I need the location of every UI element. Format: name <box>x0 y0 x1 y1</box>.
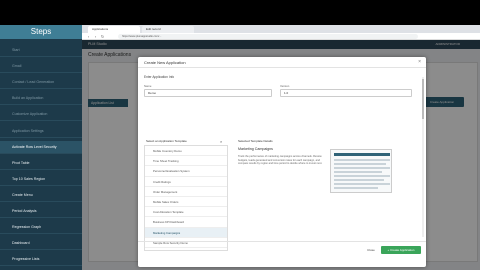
tab-edit-record[interactable]: Edit record <box>142 26 194 33</box>
divider <box>138 241 426 242</box>
url-field[interactable]: https://www.plumappstudio.com/... <box>118 34 418 39</box>
modal-title: Create New Application <box>144 60 186 65</box>
template-details: Marketing Campaigns Track the performanc… <box>238 145 418 251</box>
address-bar: ‹ › ↻ https://www.plumappstudio.com/... <box>82 33 480 40</box>
create-application-submit-button[interactable]: + Create Application <box>381 246 421 254</box>
step-item[interactable]: Gmail <box>0 60 82 74</box>
preview-row <box>334 167 390 169</box>
name-label: Name <box>144 84 152 88</box>
step-item[interactable]: Application Settings <box>0 125 82 138</box>
template-item[interactable]: Business KPI Dashboard <box>145 217 227 228</box>
steps-panel: Steps Start Gmail Contact / Lead Generatio… <box>0 25 82 270</box>
step-item[interactable]: Progressive Lists <box>0 253 82 267</box>
version-input[interactable]: 1.0 <box>280 89 412 97</box>
preview-row <box>334 171 382 173</box>
template-item[interactable]: Credit Ratings <box>145 177 227 187</box>
template-item[interactable]: Mobile Inventory Demo <box>145 146 227 157</box>
section-label: Enter Application Info <box>144 75 175 79</box>
forward-icon[interactable]: › <box>93 34 98 39</box>
step-item[interactable]: Pivot Table <box>0 157 82 170</box>
tab-bar: Applications Edit record <box>82 25 480 33</box>
preview-row <box>334 187 378 189</box>
template-item[interactable]: Marketing Campaigns <box>145 227 227 238</box>
step-item[interactable]: Regression Graph <box>0 221 82 235</box>
preview-row <box>334 159 390 161</box>
create-application-modal: Create New Application × Enter Applicati… <box>138 57 426 267</box>
template-detail-title: Marketing Campaigns <box>238 147 273 151</box>
template-item[interactable]: Personnel Evaluation System <box>145 166 227 177</box>
divider <box>138 67 426 68</box>
preview-label: Selected Template Details <box>238 139 273 143</box>
steps-title: Steps <box>0 25 82 39</box>
preview-row <box>334 179 384 181</box>
step-item[interactable]: Activate Row Level Security <box>0 140 82 154</box>
close-icon[interactable]: × <box>418 59 421 65</box>
step-item[interactable]: Start <box>0 44 82 57</box>
name-input[interactable]: Demo <box>144 89 272 97</box>
preview-row <box>334 175 390 177</box>
template-item[interactable]: Order Management <box>145 187 227 197</box>
video-frame: Steps Start Gmail Contact / Lead Generatio… <box>0 0 480 270</box>
template-detail-description: Track the performance of marketing campa… <box>238 155 323 166</box>
reload-icon[interactable]: ↻ <box>100 34 105 39</box>
tab-applications[interactable]: Applications <box>88 26 140 33</box>
close-button[interactable]: Close <box>364 246 378 254</box>
templates-label: Select an Application Template <box>146 139 187 143</box>
template-preview-image <box>330 149 392 193</box>
version-label: Version <box>280 84 290 88</box>
template-item[interactable]: Sample Row Security Demo <box>145 238 227 248</box>
browser-window: Applications Edit record ‹ › ↻ https://w… <box>82 25 480 270</box>
step-item[interactable]: Build an Application <box>0 92 82 106</box>
template-list: Mobile Inventory Demo Time Sheet Tracking… <box>144 145 228 251</box>
template-item[interactable]: Time Sheet Tracking <box>145 156 227 167</box>
step-item[interactable]: Dashboard <box>0 237 82 251</box>
search-icon[interactable]: ⌕ <box>220 139 225 144</box>
step-item[interactable]: Create Menu <box>0 189 82 202</box>
preview-row <box>334 163 386 165</box>
step-item[interactable]: Contact / Lead Generation <box>0 76 82 90</box>
preview-row <box>334 183 390 185</box>
step-item[interactable]: Period Analysis <box>0 205 82 218</box>
scrollbar-thumb[interactable] <box>422 79 424 119</box>
template-item[interactable]: Mobile Sales Orders <box>145 197 227 208</box>
step-item[interactable]: Top 10 Sales Region <box>0 173 82 186</box>
back-icon[interactable]: ‹ <box>86 34 91 39</box>
preview-header <box>334 153 390 156</box>
template-item[interactable]: Cost Allocation Template <box>145 207 227 218</box>
step-item[interactable]: Customize Application <box>0 108 82 122</box>
